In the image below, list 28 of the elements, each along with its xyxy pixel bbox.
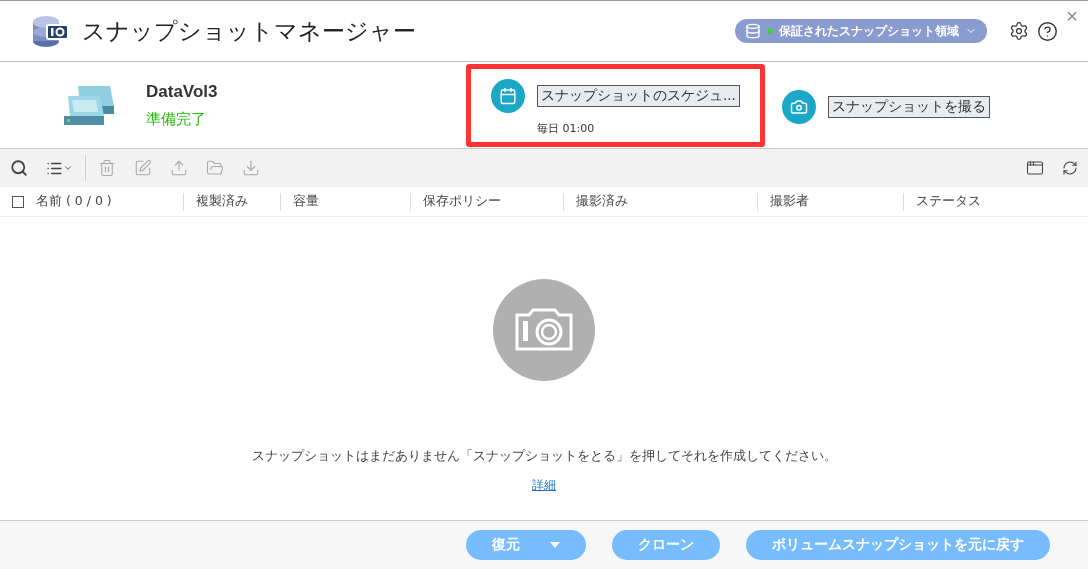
app-logo-icon	[32, 14, 70, 48]
column-header[interactable]: 撮影済み	[576, 193, 628, 210]
column-header[interactable]: 容量	[293, 193, 319, 210]
volume-icon	[62, 84, 116, 126]
select-all-checkbox[interactable]	[12, 195, 24, 208]
column-header[interactable]: 名前 ( 0 / 0 )	[36, 193, 112, 210]
database-icon	[745, 23, 761, 39]
column-header[interactable]: 撮影者	[770, 193, 809, 210]
calendar-icon	[491, 78, 525, 113]
refresh-icon[interactable]	[1062, 160, 1078, 176]
schedule-time: 毎日 01:00	[537, 120, 596, 136]
caret-icon	[550, 542, 560, 548]
column-header[interactable]: ステータス	[916, 193, 981, 210]
action-button[interactable]: スナップショットを撮る	[827, 96, 990, 118]
action-button[interactable]: スナップショットのスケジュ...	[537, 84, 740, 107]
camera-icon	[781, 90, 816, 124]
settings-icon[interactable]	[1009, 21, 1029, 41]
volume-name: DataVol3	[146, 81, 219, 102]
window-icon[interactable]	[1026, 159, 1044, 177]
help-icon[interactable]	[1037, 20, 1058, 42]
volume-status: 準備完了	[146, 109, 207, 129]
window-title: スナップショットマネージャー	[82, 16, 417, 46]
column-header[interactable]: 保存ポリシー	[423, 193, 501, 210]
search-icon[interactable]	[10, 159, 28, 177]
details-link[interactable]: 詳細	[532, 477, 556, 494]
column-header[interactable]: 複製済み	[196, 193, 248, 210]
empty-message: スナップショットはまだありません「スナップショットをとる」を押してそれを作成してください。	[251, 447, 837, 465]
close-button[interactable]: ×	[1066, 5, 1078, 28]
